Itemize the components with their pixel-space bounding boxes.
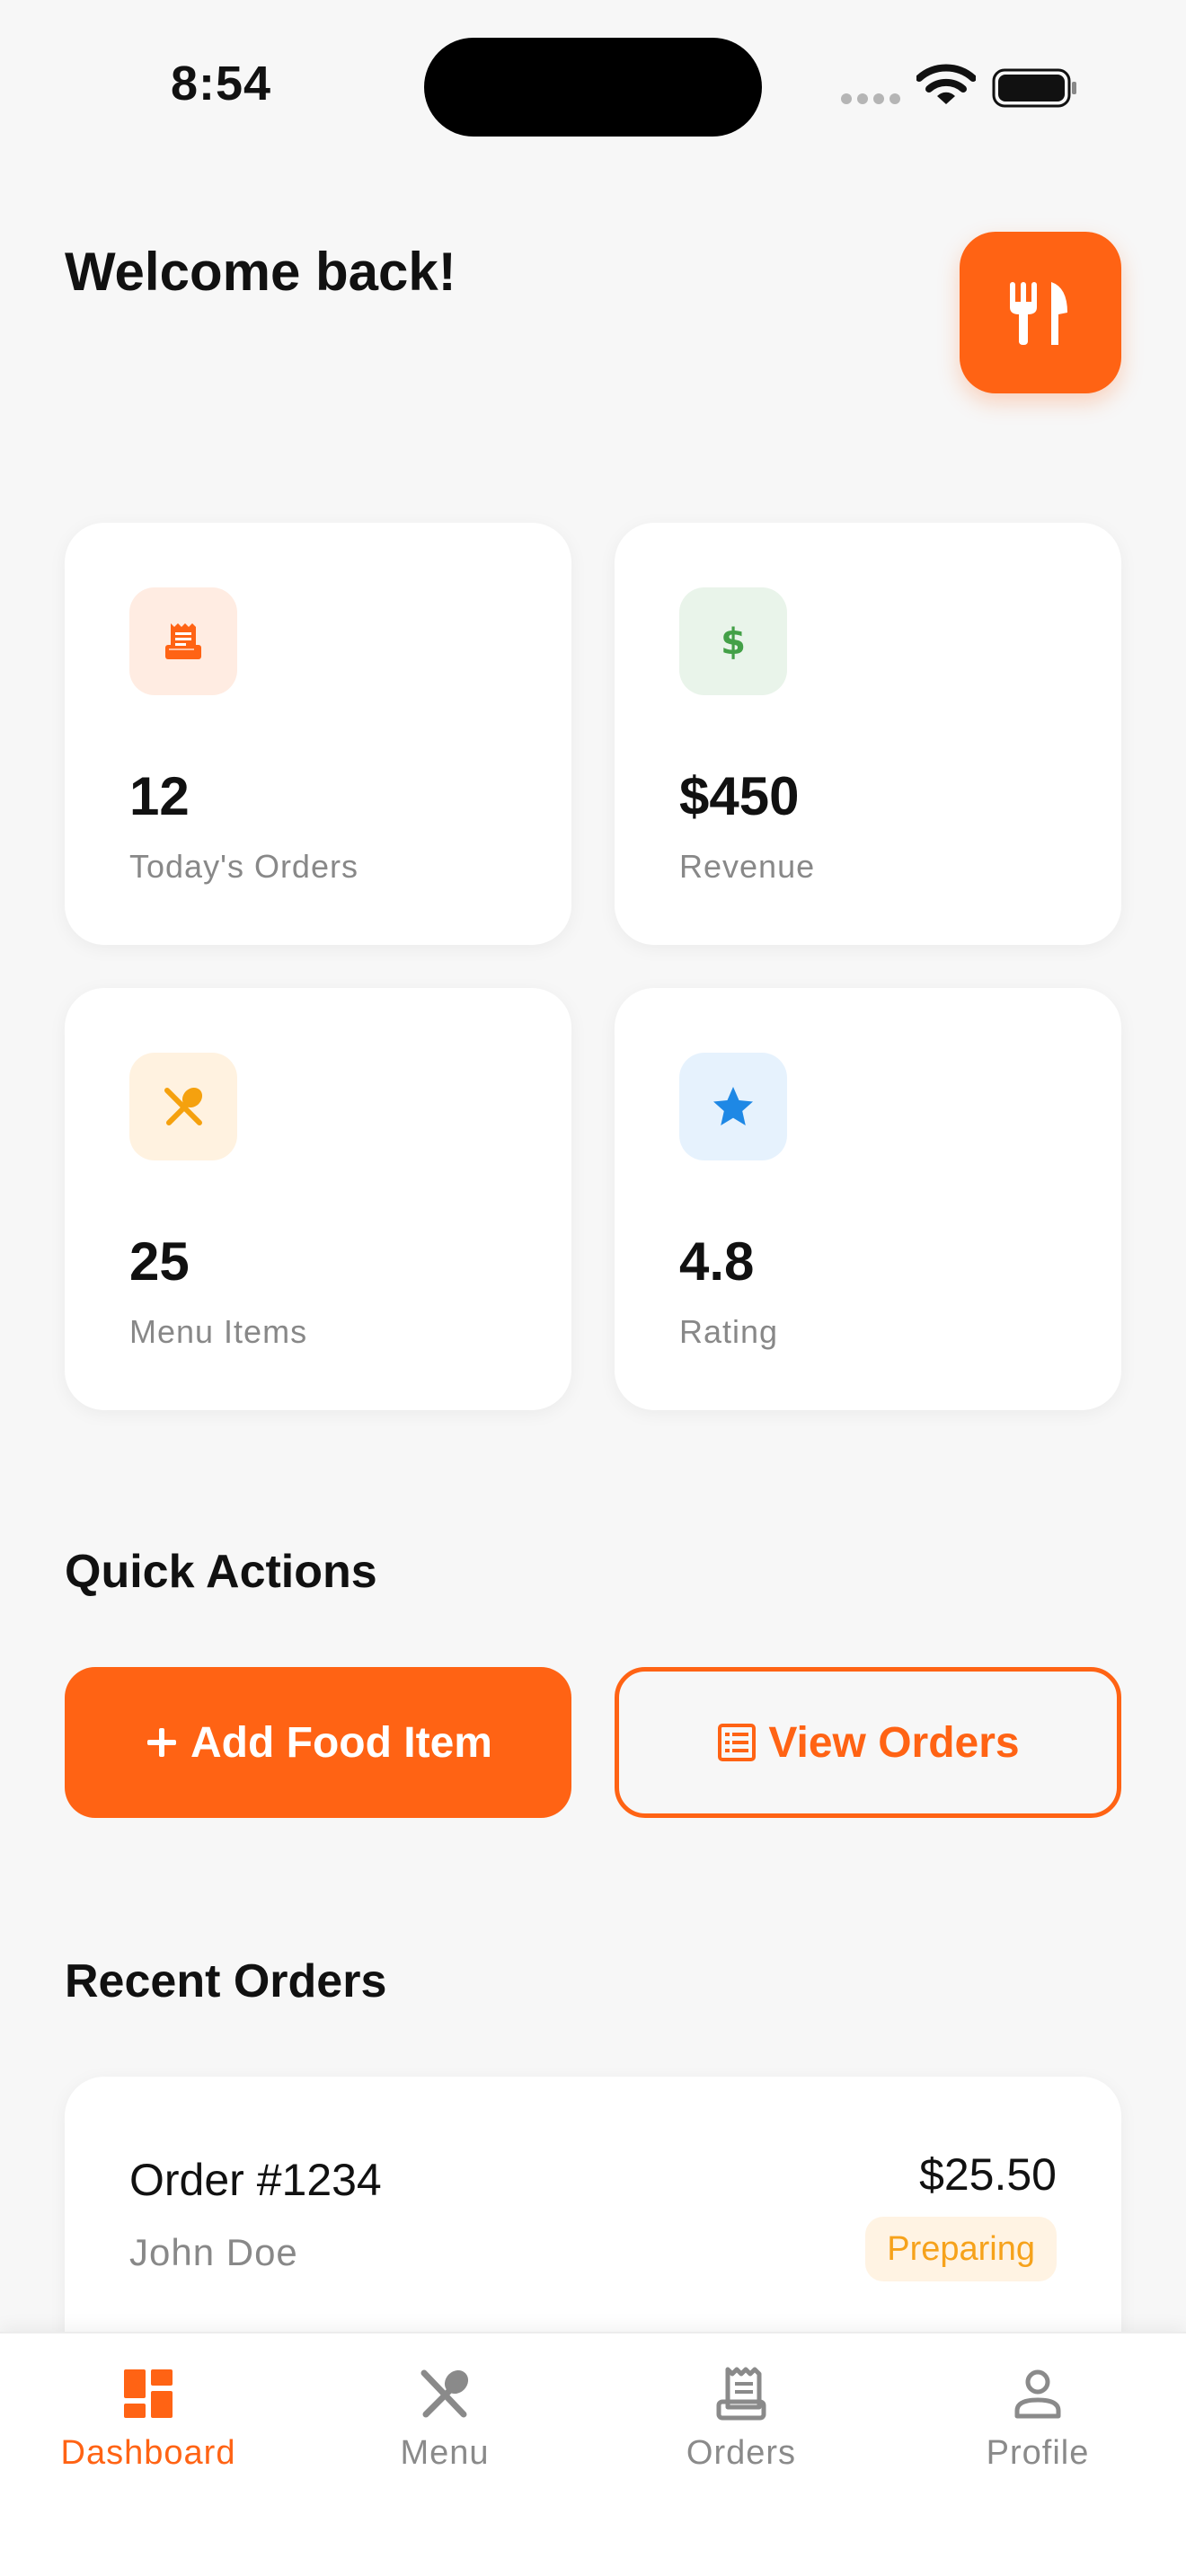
stat-value: 4.8 (679, 1231, 755, 1292)
recent-orders-title: Recent Orders (65, 1955, 387, 2007)
stat-value: $450 (679, 766, 800, 826)
stat-label: Today's Orders (129, 848, 358, 885)
svg-text:$: $ (721, 622, 746, 663)
status-time: 8:54 (171, 57, 272, 110)
stat-card-rating[interactable]: 4.8 Rating (615, 988, 1121, 1410)
utensils-icon (164, 1087, 203, 1125)
order-status-badge: Preparing (865, 2217, 1057, 2281)
fork-knife-icon (1010, 282, 1067, 345)
dashboard-icon (124, 2369, 173, 2418)
add-food-item-label: Add Food Item (190, 1718, 492, 1767)
stat-card-revenue[interactable]: $ $450 Revenue (615, 523, 1121, 945)
cellular-signal-icon (841, 93, 900, 104)
dollar-icon: $ (721, 622, 746, 663)
receipt-icon (716, 2367, 766, 2421)
star-icon (713, 1087, 753, 1125)
nav-label: Menu (400, 2434, 490, 2472)
order-card[interactable]: Order #1234 John Doe $25.50 Preparing (65, 2077, 1121, 2373)
nav-label: Orders (686, 2434, 797, 2472)
nav-item-menu[interactable]: Menu (296, 2360, 593, 2473)
bottom-nav: Dashboard Menu Orders Profile (0, 2332, 1186, 2576)
menu-utensils-icon (420, 2369, 469, 2418)
stat-icon-container (679, 1053, 787, 1160)
order-total: $25.50 (919, 2149, 1057, 2200)
wifi-icon (916, 64, 976, 104)
welcome-heading: Welcome back! (65, 242, 456, 302)
view-orders-button[interactable]: View Orders (615, 1667, 1121, 1818)
battery-icon (992, 68, 1076, 108)
stat-icon-container: $ (679, 587, 787, 695)
nav-label: Profile (986, 2434, 1090, 2472)
receipt-icon (165, 623, 201, 659)
view-orders-label: View Orders (768, 1718, 1020, 1767)
stat-icon-container (129, 587, 237, 695)
nav-label: Dashboard (60, 2434, 236, 2472)
stat-value: 12 (129, 766, 190, 826)
stat-label: Rating (679, 1313, 779, 1350)
stat-label: Menu Items (129, 1313, 308, 1350)
list-icon (718, 1724, 757, 1761)
restaurant-logo[interactable] (960, 232, 1121, 393)
stat-label: Revenue (679, 848, 816, 885)
nav-item-profile[interactable]: Profile (890, 2360, 1186, 2473)
quick-actions-title: Quick Actions (65, 1546, 377, 1598)
order-customer: John Doe (129, 2231, 298, 2273)
stat-icon-container (129, 1053, 237, 1160)
stat-card-menu-items[interactable]: 25 Menu Items (65, 988, 571, 1410)
nav-item-dashboard[interactable]: Dashboard (0, 2360, 296, 2473)
add-food-item-button[interactable]: Add Food Item (65, 1667, 571, 1818)
plus-icon (147, 1728, 177, 1757)
stat-value: 25 (129, 1231, 190, 1292)
status-bar: 8:54 (0, 0, 1186, 171)
nav-item-orders[interactable]: Orders (593, 2360, 890, 2473)
order-id: Order #1234 (129, 2155, 382, 2205)
dynamic-island (424, 38, 762, 137)
stat-card-todays-orders[interactable]: 12 Today's Orders (65, 523, 571, 945)
person-icon (1014, 2369, 1061, 2419)
